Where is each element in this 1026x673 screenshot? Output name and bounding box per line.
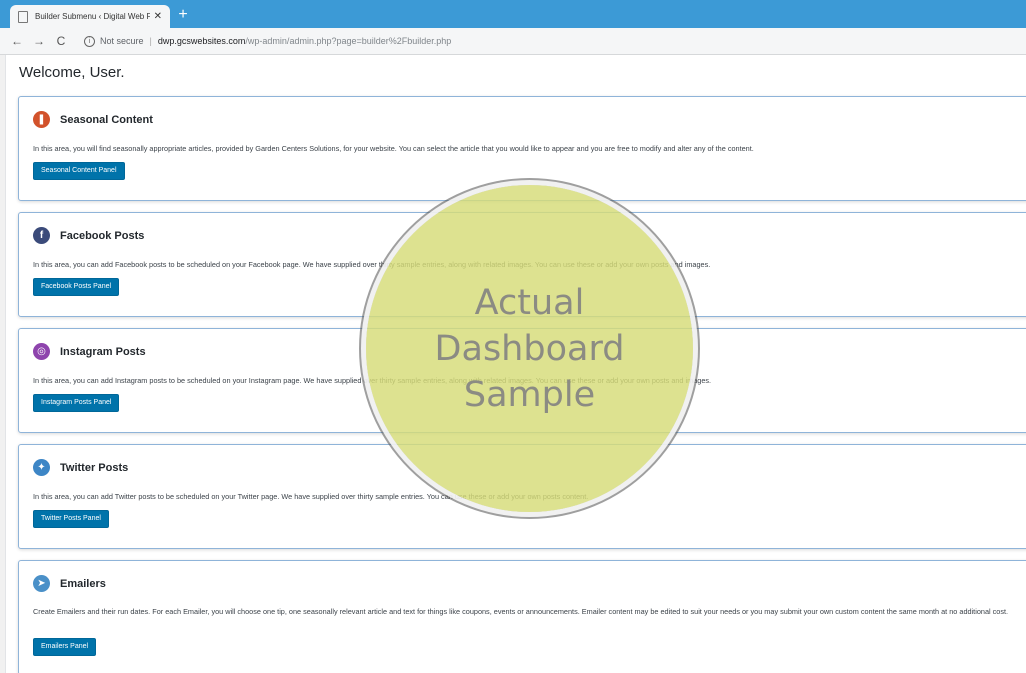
browser-tab-strip: Builder Submenu ‹ Digital Web F ✕ + [0,0,1026,28]
watermark-line: Sample [463,374,596,415]
new-tab-button[interactable]: + [176,7,190,23]
browser-tab[interactable]: Builder Submenu ‹ Digital Web F ✕ [10,5,170,28]
panel-description: Create Emailers and their run dates. For… [33,607,1009,616]
panel-title: Emailers [60,577,106,590]
instagram-posts-panel-button[interactable]: Instagram Posts Panel [33,394,120,412]
back-button[interactable]: ← [8,34,26,48]
tab-title: Builder Submenu ‹ Digital Web F [35,12,150,21]
reload-button[interactable]: C [52,34,70,48]
security-label: Not secure [100,36,144,46]
emailers-panel-button[interactable]: Emailers Panel [33,638,97,656]
panel-header: ❚ Seasonal Content [33,111,153,128]
instagram-icon: ◎ [33,343,50,360]
panel-header: f Facebook Posts [33,227,144,244]
url-path: /wp-admin/admin.php?page=builder%2Fbuild… [245,36,452,46]
book-icon: ❚ [33,111,50,128]
panel-description: In this area, you will find seasonally a… [33,144,754,153]
watermark-line: Dashboard [434,328,625,369]
facebook-posts-panel-button[interactable]: Facebook Posts Panel [33,278,120,296]
screen: Builder Submenu ‹ Digital Web F ✕ + ← → … [0,0,1026,673]
panel-header: ✦ Twitter Posts [33,459,128,476]
panel-title: Seasonal Content [60,113,153,126]
twitter-posts-panel-button[interactable]: Twitter Posts Panel [33,510,109,528]
seasonal-content-panel-button[interactable]: Seasonal Content Panel [33,162,125,180]
watermark-line: Actual [474,282,585,323]
panel-title: Instagram Posts [60,345,146,358]
address-separator: | [149,36,152,46]
sample-watermark: Actual Dashboard Sample [366,185,693,512]
close-tab-icon[interactable]: ✕ [154,11,162,22]
panel-title: Twitter Posts [60,461,129,474]
address-bar[interactable]: i Not secure | dwp.gcswebsites.com/wp-ad… [84,35,452,47]
info-icon[interactable]: i [84,35,95,47]
panel-emailers: ➤ Emailers Create Emailers and their run… [18,560,1026,673]
panel-title: Facebook Posts [60,229,145,242]
panel-header: ◎ Instagram Posts [33,343,146,360]
panel-header: ➤ Emailers [33,575,106,592]
facebook-icon: f [33,227,50,244]
page-title: Welcome, User. [19,64,125,81]
paper-plane-icon: ➤ [33,575,50,592]
browser-toolbar: ← → C i Not secure | dwp.gcswebsites.com… [0,28,1026,55]
forward-button[interactable]: → [30,34,48,48]
twitter-icon: ✦ [33,459,50,476]
url-host: dwp.gcswebsites.com [157,36,246,46]
page-icon [18,10,28,23]
